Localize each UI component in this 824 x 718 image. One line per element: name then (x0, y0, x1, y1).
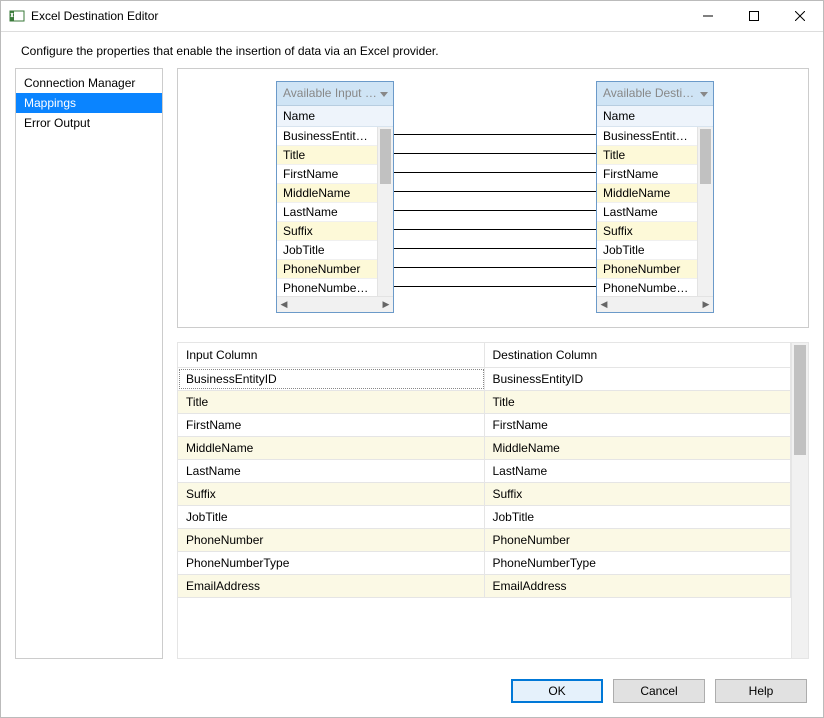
input-column-row[interactable]: JobTitle (277, 241, 377, 260)
scroll-left-icon[interactable]: ◀ (599, 300, 609, 310)
input-column-name-header[interactable]: Name (277, 106, 393, 127)
cell-destination-column[interactable]: JobTitle (485, 506, 792, 528)
cell-input-column[interactable]: Suffix (178, 483, 485, 505)
dest-column-name-header[interactable]: Name (597, 106, 713, 127)
scroll-left-icon[interactable]: ◀ (279, 300, 289, 310)
dest-column-row[interactable]: PhoneNumber (597, 260, 697, 279)
cancel-button[interactable]: Cancel (613, 679, 705, 703)
grid-header-input[interactable]: Input Column (178, 343, 485, 367)
description-text: Configure the properties that enable the… (1, 32, 823, 68)
table-row[interactable]: SuffixSuffix (178, 483, 791, 506)
input-column-row[interactable]: PhoneNumber (277, 260, 377, 279)
minimize-button[interactable] (685, 1, 731, 31)
input-list-vertical-scrollbar[interactable] (377, 127, 393, 296)
cell-input-column[interactable]: JobTitle (178, 506, 485, 528)
cell-destination-column[interactable]: MiddleName (485, 437, 792, 459)
cell-input-column[interactable]: BusinessEntityID (178, 368, 485, 390)
dest-list-vertical-scrollbar[interactable] (697, 127, 713, 296)
maximize-button[interactable] (731, 1, 777, 31)
input-column-row[interactable]: Suffix (277, 222, 377, 241)
cell-destination-column[interactable]: BusinessEntityID (485, 368, 792, 390)
table-row[interactable]: MiddleNameMiddleName (178, 437, 791, 460)
table-row[interactable]: PhoneNumberPhoneNumber (178, 529, 791, 552)
table-row[interactable]: PhoneNumberTypePhoneNumberType (178, 552, 791, 575)
cell-input-column[interactable]: MiddleName (178, 437, 485, 459)
dest-list-horizontal-scrollbar[interactable]: ◀ ▶ (597, 296, 713, 312)
table-row[interactable]: TitleTitle (178, 391, 791, 414)
cell-input-column[interactable]: Title (178, 391, 485, 413)
mappings-grid[interactable]: Input Column Destination Column Business… (177, 342, 792, 659)
table-row[interactable]: BusinessEntityIDBusinessEntityID (178, 368, 791, 391)
sidebar-item-mappings[interactable]: Mappings (16, 93, 162, 113)
mapping-canvas[interactable]: Available Input Col… Name BusinessEntity… (177, 68, 809, 328)
scroll-right-icon[interactable]: ▶ (381, 300, 391, 310)
dest-column-row[interactable]: MiddleName (597, 184, 697, 203)
dialog-buttons: OK Cancel Help (1, 669, 823, 717)
input-column-row[interactable]: Title (277, 146, 377, 165)
scroll-right-icon[interactable]: ▶ (701, 300, 711, 310)
cell-input-column[interactable]: LastName (178, 460, 485, 482)
dest-list-header[interactable]: Available Destinatio… (597, 82, 713, 106)
cell-destination-column[interactable]: EmailAddress (485, 575, 792, 597)
input-list-horizontal-scrollbar[interactable]: ◀ ▶ (277, 296, 393, 312)
dest-column-row[interactable]: PhoneNumber… (597, 279, 697, 296)
cell-destination-column[interactable]: Title (485, 391, 792, 413)
dest-column-row[interactable]: Suffix (597, 222, 697, 241)
input-column-row[interactable]: LastName (277, 203, 377, 222)
dest-column-row[interactable]: FirstName (597, 165, 697, 184)
ok-button[interactable]: OK (511, 679, 603, 703)
grid-vertical-scrollbar[interactable] (792, 342, 809, 659)
input-list-header[interactable]: Available Input Col… (277, 82, 393, 106)
cell-destination-column[interactable]: FirstName (485, 414, 792, 436)
available-destination-columns-list[interactable]: Available Destinatio… Name BusinessEntit… (596, 81, 714, 313)
dest-column-row[interactable]: LastName (597, 203, 697, 222)
table-row[interactable]: JobTitleJobTitle (178, 506, 791, 529)
table-row[interactable]: EmailAddressEmailAddress (178, 575, 791, 598)
cell-destination-column[interactable]: LastName (485, 460, 792, 482)
cell-input-column[interactable]: FirstName (178, 414, 485, 436)
titlebar: Excel Destination Editor (1, 1, 823, 32)
mapping-lines (178, 69, 809, 328)
mappings-grid-area: Input Column Destination Column Business… (177, 342, 809, 659)
cell-destination-column[interactable]: PhoneNumberType (485, 552, 792, 574)
grid-header-destination[interactable]: Destination Column (485, 343, 792, 367)
table-row[interactable]: LastNameLastName (178, 460, 791, 483)
close-button[interactable] (777, 1, 823, 31)
sidebar: Connection ManagerMappingsError Output (15, 68, 163, 659)
sidebar-item-error-output[interactable]: Error Output (16, 113, 162, 133)
cell-destination-column[interactable]: Suffix (485, 483, 792, 505)
dest-column-row[interactable]: JobTitle (597, 241, 697, 260)
cell-destination-column[interactable]: PhoneNumber (485, 529, 792, 551)
content: Available Input Col… Name BusinessEntity… (177, 68, 809, 659)
table-row[interactable]: FirstNameFirstName (178, 414, 791, 437)
input-column-row[interactable]: PhoneNumber… (277, 279, 377, 296)
window-controls (685, 1, 823, 31)
dest-column-row[interactable]: Title (597, 146, 697, 165)
help-button[interactable]: Help (715, 679, 807, 703)
window-title: Excel Destination Editor (31, 9, 685, 23)
sidebar-item-connection-manager[interactable]: Connection Manager (16, 73, 162, 93)
grid-header-row: Input Column Destination Column (178, 343, 791, 368)
input-column-row[interactable]: BusinessEntityID (277, 127, 377, 146)
app-icon (9, 8, 25, 24)
cell-input-column[interactable]: EmailAddress (178, 575, 485, 597)
cell-input-column[interactable]: PhoneNumber (178, 529, 485, 551)
cell-input-column[interactable]: PhoneNumberType (178, 552, 485, 574)
dest-column-row[interactable]: BusinessEntityID (597, 127, 697, 146)
main-area: Connection ManagerMappingsError Output A… (1, 68, 823, 669)
available-input-columns-list[interactable]: Available Input Col… Name BusinessEntity… (276, 81, 394, 313)
input-column-row[interactable]: FirstName (277, 165, 377, 184)
input-column-row[interactable]: MiddleName (277, 184, 377, 203)
